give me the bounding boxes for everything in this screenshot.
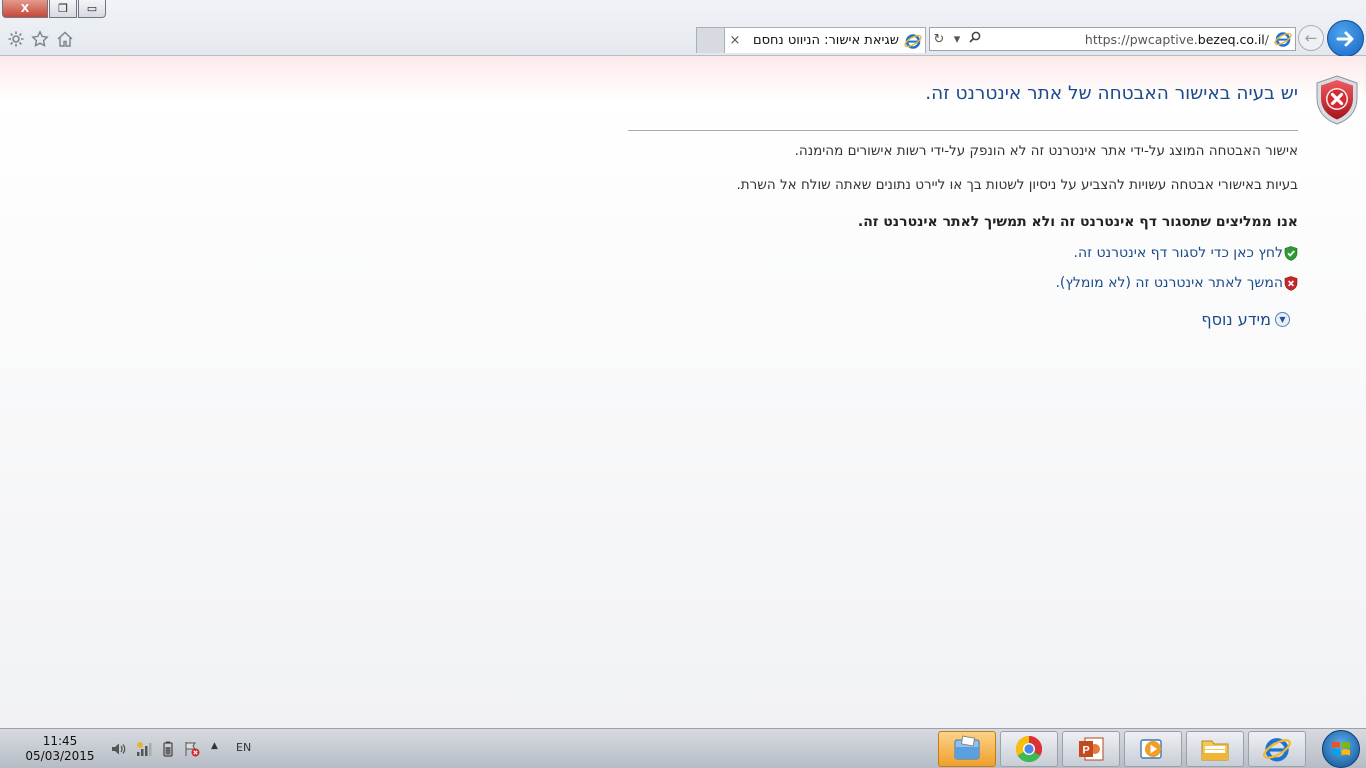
tab-title: שגיאת אישור: הניווט נחסם <box>752 33 899 48</box>
action-center-flag-icon[interactable] <box>184 741 200 761</box>
tab-close-icon[interactable]: × <box>725 33 745 48</box>
address-bar[interactable]: ↻ ▾ https://pwcaptive.bezeq.co.il/ <box>929 27 1296 51</box>
description-risk: בעיות באישורי אבטחה עשויות להצביע על ניס… <box>736 177 1298 193</box>
window-minimize-button[interactable]: ▭ <box>78 0 106 18</box>
new-tab-button[interactable] <box>697 28 725 53</box>
home-icon[interactable] <box>55 29 75 49</box>
tab-certificate-error[interactable]: × שגיאת אישור: הניווט נחסם <box>696 27 926 53</box>
taskbar-internet-explorer-button[interactable] <box>1248 731 1306 767</box>
green-shield-icon <box>1284 245 1298 261</box>
back-button[interactable]: ← <box>1298 25 1324 51</box>
red-shield-small-icon <box>1284 275 1298 291</box>
url-text[interactable]: https://pwcaptive.bezeq.co.il/ <box>984 32 1273 47</box>
windows-logo-icon <box>1332 741 1350 756</box>
battery-icon[interactable] <box>162 741 174 761</box>
clock-time: 11:45 <box>42 734 78 748</box>
expand-chevron-icon[interactable]: ▼ <box>1275 312 1290 327</box>
folder-icon <box>1201 740 1229 761</box>
divider <box>628 130 1298 131</box>
taskbar-explorer-button[interactable] <box>938 731 996 767</box>
red-shield-error-icon <box>1316 75 1358 125</box>
star-icon[interactable] <box>30 29 50 49</box>
taskbar-media-player-button[interactable] <box>1124 731 1182 767</box>
language-indicator[interactable]: EN <box>236 741 251 754</box>
svg-text:P: P <box>1082 745 1089 757</box>
description-untrusted-authority: אישור האבטחה המוצג על-ידי אתר אינטרנט זה… <box>794 143 1298 159</box>
search-icon[interactable] <box>966 31 984 47</box>
more-info-text[interactable]: מידע נוסף <box>1201 310 1271 329</box>
continue-to-site-link[interactable]: המשך לאתר אינטרנט זה (לא מומלץ). <box>1055 275 1298 291</box>
window-restore-button[interactable]: ❐ <box>49 0 77 18</box>
volume-icon[interactable] <box>110 741 128 761</box>
taskbar: 11:45 05/03/2015 ▲ EN P <box>0 728 1366 768</box>
forward-button[interactable] <box>1327 20 1364 57</box>
browser-chrome: X ❐ ▭ × שגיאת אישור: הניווט נחסם ↻ ▾ htt… <box>0 0 1366 57</box>
powerpoint-icon: P <box>1079 737 1104 761</box>
gear-icon[interactable] <box>6 29 26 49</box>
tray-expand-arrow-icon[interactable]: ▲ <box>211 741 218 751</box>
windows-explorer-icon <box>954 735 980 760</box>
close-page-link-text[interactable]: לחץ כאן כדי לסגור דף אינטרנט זה. <box>1074 245 1283 261</box>
page-title: יש בעיה באישור האבטחה של אתר אינטרנט זה. <box>925 83 1298 104</box>
internet-explorer-taskbar-icon <box>1263 738 1291 762</box>
close-page-link[interactable]: לחץ כאן כדי לסגור דף אינטרנט זה. <box>1074 245 1298 261</box>
window-close-button[interactable]: X <box>2 0 48 18</box>
taskbar-chrome-button[interactable] <box>1000 731 1058 767</box>
chrome-icon <box>1015 735 1043 763</box>
network-signal-icon[interactable] <box>136 741 152 761</box>
address-dropdown-icon[interactable]: ▾ <box>948 32 966 47</box>
media-player-icon <box>1140 739 1162 759</box>
recommendation-text: אנו ממליצים שתסגור דף אינטרנט זה ולא תמש… <box>857 214 1298 230</box>
forward-arrow-icon <box>1336 31 1353 46</box>
taskbar-file-manager-button[interactable] <box>1186 731 1244 767</box>
more-info-toggle[interactable]: ▼ מידע נוסף <box>1201 310 1290 329</box>
refresh-icon[interactable]: ↻ <box>930 32 948 47</box>
clock-date: 05/03/2015 <box>25 749 95 763</box>
start-button[interactable] <box>1322 730 1360 768</box>
continue-link-text[interactable]: המשך לאתר אינטרנט זה (לא מומלץ). <box>1055 275 1283 291</box>
system-clock[interactable]: 11:45 05/03/2015 <box>20 734 100 764</box>
internet-explorer-icon <box>904 33 922 49</box>
taskbar-powerpoint-button[interactable]: P <box>1062 731 1120 767</box>
site-ie-icon <box>1274 32 1292 47</box>
